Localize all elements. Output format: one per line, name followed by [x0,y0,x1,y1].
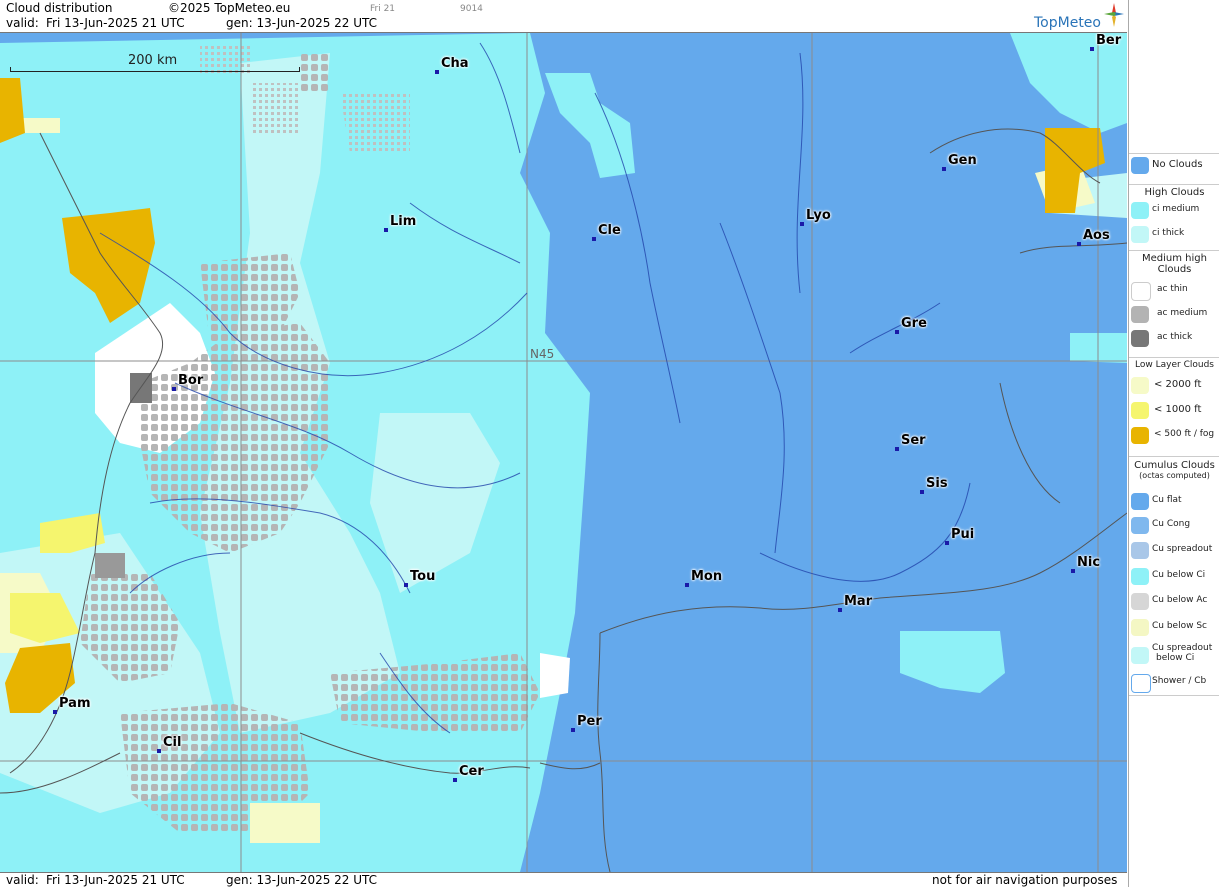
legend-cu-spread-ci: Cu spreadout below Ci [1129,641,1219,669]
legend-high-title: High Clouds [1129,184,1219,198]
city-dot-icon [453,778,457,782]
low-500-swatch [1131,427,1149,444]
scale-label: 200 km [128,53,178,68]
city-dot-icon [838,608,842,612]
city-dot-icon [685,583,689,587]
city-dot-icon [435,70,439,74]
low-1000-swatch [1131,402,1149,419]
city-dot-icon [942,167,946,171]
legend-ac-thick: ac thick [1129,327,1219,349]
legend-ci-medium: ci medium [1129,199,1219,221]
copyright-text: ©2025 TopMeteo.eu [168,1,291,15]
legend-no-clouds: No Clouds [1129,153,1219,176]
legend-cu-cong: Cu Cong [1129,514,1219,536]
shower-swatch [1131,674,1151,693]
map-title: Cloud distribution [6,1,113,15]
city-dot-icon [404,583,408,587]
city-dot-icon [592,237,596,241]
legend-shower: Shower / Cb [1129,671,1219,693]
legend-cu-below-ac: Cu below Ac [1129,590,1219,612]
legend-cu-below-ci: Cu below Ci [1129,565,1219,587]
legend-ci-thick: ci thick [1129,223,1219,245]
legend-medium-title: Medium high Clouds [1129,250,1219,275]
legend-cu-flat: Cu flat [1129,490,1219,512]
legend-ac-medium: ac medium [1129,303,1219,325]
city-dot-icon [1077,242,1081,246]
legend-bottom-rule [1129,695,1219,696]
footer-valid-time: Fri 13-Jun-2025 21 UTC [46,873,185,887]
city-dot-icon [571,728,575,732]
no-clouds-swatch [1131,157,1149,174]
city-dot-icon [157,749,161,753]
cloud-map[interactable]: 200 km N45 Cha Lim Cle Lyo Gen Ber Aos G… [0,33,1127,872]
low-2000-swatch [1131,377,1149,394]
city-dot-icon [945,541,949,545]
city-dot-icon [1071,569,1075,573]
legend-cu-below-sc: Cu below Sc [1129,616,1219,638]
generated-time: gen: 13-Jun-2025 22 UTC [226,16,378,30]
ci-thick-swatch [1131,226,1149,243]
cu-cong-swatch [1131,517,1149,534]
ac-thick-swatch [1131,330,1149,347]
footer-bar: valid: Fri 13-Jun-2025 21 UTC gen: 13-Ju… [0,872,1127,888]
city-dot-icon [53,710,57,714]
legend-low-2000: < 2000 ft [1129,374,1219,396]
cu-below-ac-swatch [1131,593,1149,610]
valid-time: Fri 13-Jun-2025 21 UTC [46,16,185,30]
legend-panel: No Clouds High Clouds ci medium ci thick… [1128,0,1219,887]
city-dot-icon [172,387,176,391]
footer-generated-time: gen: 13-Jun-2025 22 UTC [226,873,378,887]
ac-medium-swatch [1131,306,1149,323]
topmeteo-logo[interactable]: TopMeteo [1034,15,1101,31]
cu-flat-swatch [1131,493,1149,510]
city-dot-icon [895,447,899,451]
city-dot-icon [384,228,388,232]
day-code: Fri 21 [370,4,396,14]
cu-spread-swatch [1131,542,1149,559]
legend-cu-spread: Cu spreadout [1129,539,1219,561]
disclaimer: not for air navigation purposes [932,873,1118,887]
valid-label: valid: [6,16,39,30]
cu-spread-ci-swatch [1131,647,1149,664]
city-dot-icon [920,490,924,494]
grid-label-n45: N45 [530,347,555,361]
cu-below-ci-swatch [1131,568,1149,585]
ci-medium-swatch [1131,202,1149,219]
city-dot-icon [895,330,899,334]
city-dot-icon [800,222,804,226]
city-dot-icon [1090,47,1094,51]
footer-valid-label: valid: [6,873,39,887]
legend-ac-thin: ac thin [1129,279,1219,301]
compass-icon [1104,3,1124,27]
legend-low-title: Low Layer Clouds [1129,357,1219,370]
legend-cu-title: Cumulus Clouds (octas computed) [1129,456,1219,480]
legend-low-500: < 500 ft / fog [1129,424,1219,446]
legend-low-1000: < 1000 ft [1129,399,1219,421]
ac-thin-swatch [1131,282,1151,301]
chart-code: 9014 [460,4,483,14]
cu-below-sc-swatch [1131,619,1149,636]
header-bar: Cloud distribution ©2025 TopMeteo.eu Fri… [0,0,1127,33]
